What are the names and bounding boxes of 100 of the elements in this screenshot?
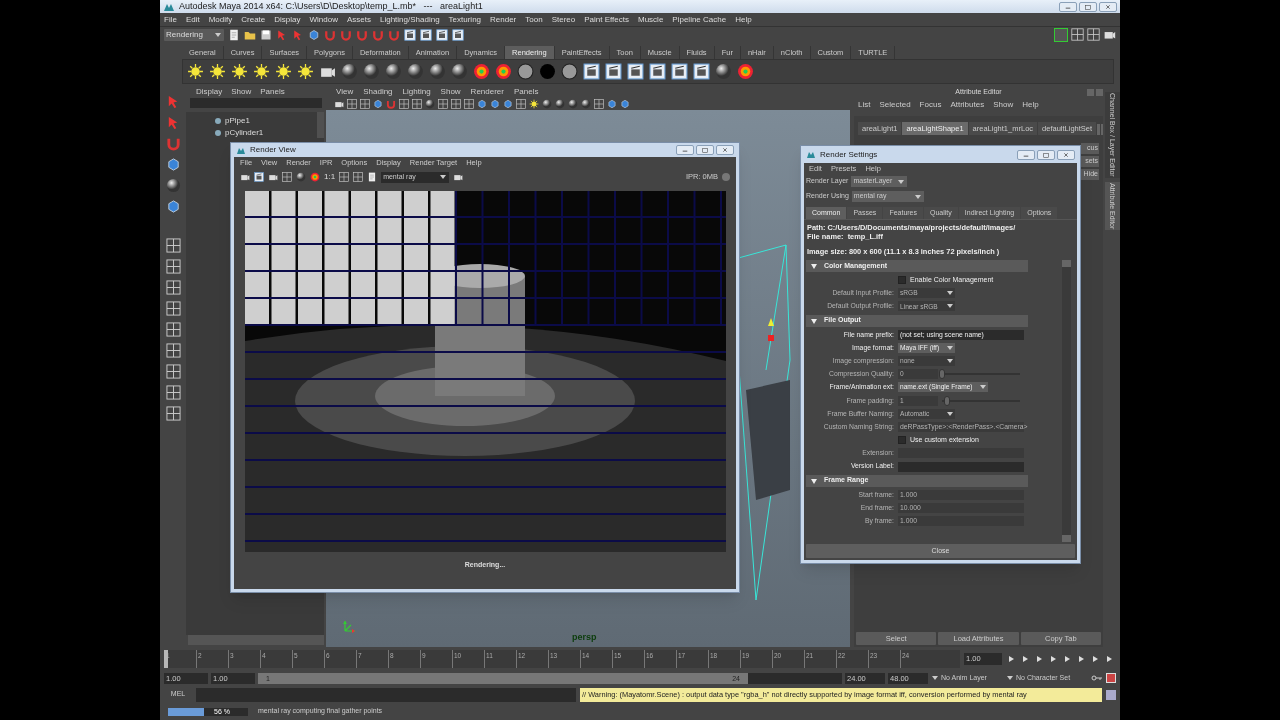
grid-icon[interactable] bbox=[516, 99, 526, 109]
menu-item[interactable]: Renderer bbox=[470, 86, 504, 98]
grid-icon[interactable] bbox=[360, 99, 370, 109]
sphere-icon[interactable] bbox=[715, 63, 732, 80]
menu-item[interactable]: Lighting/Shading bbox=[379, 13, 440, 26]
cube-icon[interactable] bbox=[165, 157, 181, 172]
playhead-marker[interactable] bbox=[164, 649, 168, 668]
clapper-icon[interactable] bbox=[583, 63, 600, 80]
light-icon[interactable] bbox=[529, 99, 539, 109]
menu-item[interactable]: Panels bbox=[513, 86, 539, 98]
grid-icon[interactable] bbox=[165, 259, 181, 274]
clapper-icon[interactable] bbox=[693, 63, 710, 80]
menu-item[interactable]: Show bbox=[993, 99, 1014, 111]
grid-icon[interactable] bbox=[438, 99, 448, 109]
light-icon[interactable] bbox=[297, 63, 314, 80]
checkbox[interactable] bbox=[898, 436, 906, 445]
text-field[interactable] bbox=[898, 461, 1024, 472]
playback-button[interactable] bbox=[1090, 653, 1100, 664]
camera-icon[interactable] bbox=[334, 99, 344, 109]
preferences-button[interactable] bbox=[1106, 673, 1116, 683]
light-icon[interactable] bbox=[187, 63, 204, 80]
camera-icon[interactable] bbox=[240, 172, 250, 182]
sphere-icon[interactable] bbox=[341, 63, 358, 80]
axis-icon[interactable] bbox=[342, 619, 356, 633]
grid-icon[interactable] bbox=[399, 99, 409, 109]
grid-icon[interactable] bbox=[165, 343, 181, 358]
grid-icon[interactable] bbox=[347, 99, 357, 109]
color-ball-icon[interactable] bbox=[473, 63, 490, 80]
clapper-icon[interactable] bbox=[627, 63, 644, 80]
sphere-icon[interactable] bbox=[385, 63, 402, 80]
clapper-icon[interactable] bbox=[452, 29, 464, 41]
command-input-field[interactable] bbox=[196, 687, 576, 702]
outliner-item[interactable]: pCylinder1 bbox=[225, 127, 264, 139]
folder-icon[interactable] bbox=[244, 29, 256, 41]
sphere-icon[interactable] bbox=[363, 63, 380, 80]
caret-icon[interactable] bbox=[439, 173, 448, 181]
checkbox[interactable] bbox=[898, 276, 906, 285]
light-icon[interactable] bbox=[231, 63, 248, 80]
menu-item[interactable]: Create bbox=[241, 13, 266, 26]
expand-triangle-icon[interactable] bbox=[810, 262, 818, 270]
menu-item[interactable]: Show bbox=[440, 86, 461, 98]
grid-icon[interactable] bbox=[1071, 28, 1084, 41]
grid-icon[interactable] bbox=[165, 406, 181, 421]
grid-icon[interactable] bbox=[282, 172, 292, 182]
grid-icon[interactable] bbox=[165, 238, 181, 253]
clapper-icon[interactable] bbox=[436, 29, 448, 41]
menu-item[interactable]: Lighting bbox=[402, 86, 431, 98]
camera-icon[interactable] bbox=[453, 172, 464, 182]
maya-logo-icon[interactable] bbox=[806, 150, 816, 159]
playback-button[interactable] bbox=[1062, 653, 1072, 664]
sphere-icon[interactable] bbox=[407, 63, 424, 80]
outliner-item[interactable]: pPipe1 bbox=[225, 115, 250, 127]
menu-item[interactable]: Assets bbox=[346, 13, 371, 26]
playback-button[interactable] bbox=[1048, 653, 1058, 664]
caret-icon[interactable] bbox=[946, 409, 954, 418]
sphere-icon[interactable] bbox=[451, 63, 468, 80]
grid-icon[interactable] bbox=[165, 385, 181, 400]
grid-icon[interactable] bbox=[165, 280, 181, 295]
grid-icon[interactable] bbox=[165, 301, 181, 316]
playback-button[interactable] bbox=[1020, 653, 1030, 664]
caret-icon[interactable] bbox=[1006, 674, 1014, 682]
menu-item[interactable]: Show bbox=[231, 86, 252, 98]
scroll-bar[interactable] bbox=[188, 635, 324, 645]
menu-item[interactable]: Focus bbox=[919, 99, 942, 111]
menu-item[interactable]: Help bbox=[735, 13, 752, 26]
menu-item[interactable]: Help bbox=[1022, 99, 1039, 111]
menu-item[interactable]: Panels bbox=[260, 86, 285, 98]
cube-icon[interactable] bbox=[308, 29, 320, 41]
sphere-icon[interactable] bbox=[425, 99, 435, 109]
document-icon[interactable] bbox=[228, 29, 240, 41]
grid-icon[interactable] bbox=[353, 172, 364, 182]
camera-icon[interactable] bbox=[268, 172, 278, 182]
clapper-icon[interactable] bbox=[605, 63, 622, 80]
playback-button[interactable] bbox=[1104, 653, 1114, 664]
menu-item[interactable]: Attributes bbox=[950, 99, 985, 111]
material-swatch-icon[interactable] bbox=[539, 63, 556, 80]
playback-button[interactable] bbox=[1034, 653, 1044, 664]
swatch-icon[interactable] bbox=[517, 63, 534, 80]
sphere-icon[interactable] bbox=[165, 178, 181, 193]
sphere-icon[interactable] bbox=[429, 63, 446, 80]
save-icon[interactable] bbox=[260, 29, 272, 41]
key-icon[interactable] bbox=[1091, 673, 1103, 683]
menu-item[interactable]: Render bbox=[490, 13, 517, 26]
clapper-icon[interactable] bbox=[649, 63, 666, 80]
menu-item[interactable]: Display bbox=[274, 13, 301, 26]
sphere-icon[interactable] bbox=[296, 172, 306, 182]
grid-icon[interactable] bbox=[412, 99, 422, 109]
menu-item[interactable]: File bbox=[164, 13, 177, 26]
menu-item[interactable]: List bbox=[858, 99, 871, 111]
expand-triangle-icon[interactable] bbox=[810, 476, 818, 485]
menu-item[interactable]: Stereo bbox=[551, 13, 576, 26]
caret-icon[interactable] bbox=[931, 674, 939, 682]
playback-button[interactable] bbox=[1006, 653, 1016, 664]
expand-triangle-icon[interactable] bbox=[810, 316, 818, 325]
grid-icon[interactable] bbox=[464, 99, 474, 109]
grid-icon[interactable] bbox=[451, 99, 461, 109]
menu-item[interactable]: Texturing bbox=[448, 13, 482, 26]
menu-item[interactable]: Pipeline Cache bbox=[672, 13, 727, 26]
light-icon[interactable] bbox=[253, 63, 270, 80]
color-ball-icon[interactable] bbox=[495, 63, 512, 80]
